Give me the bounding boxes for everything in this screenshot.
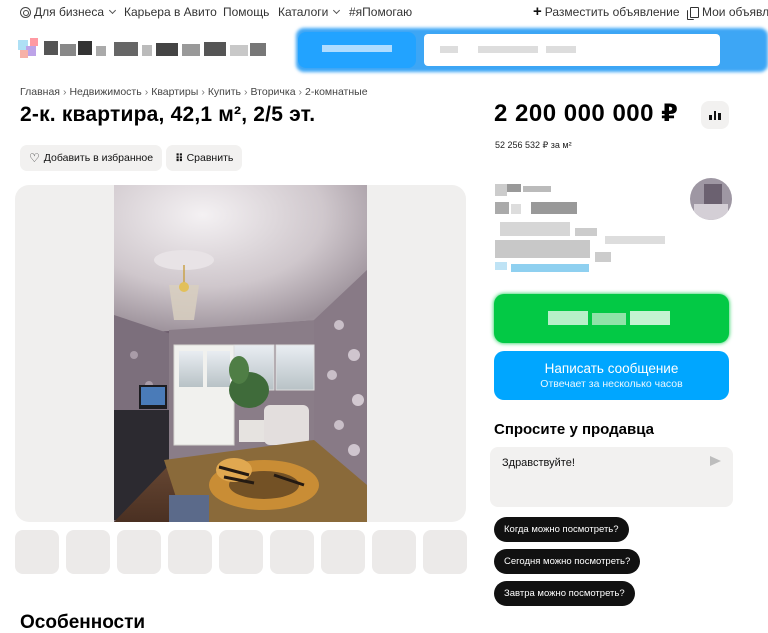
thumbnail[interactable] (168, 530, 212, 574)
chevron-down-icon (333, 6, 341, 15)
breadcrumb-item[interactable]: Недвижимость (69, 86, 141, 98)
breadcrumb-item[interactable]: Купить (208, 86, 241, 98)
thumbnail[interactable] (372, 530, 416, 574)
write-message-button[interactable]: Написать сообщение Отвечает за несколько… (494, 351, 729, 400)
breadcrumb-separator: › (144, 86, 149, 98)
bar-chart-icon (709, 111, 721, 120)
breadcrumb-item[interactable]: 2-комнатные (305, 86, 368, 98)
logo[interactable] (18, 38, 268, 64)
plus-icon: + (533, 3, 542, 20)
add-to-favorites-button[interactable]: ♡ Добавить в избранное (20, 145, 163, 171)
breadcrumb-item[interactable]: Квартиры (151, 86, 198, 98)
thumbnail[interactable] (321, 530, 365, 574)
breadcrumb-item[interactable]: Вторичка (251, 86, 296, 98)
compare-button[interactable]: ⠿ Сравнить (166, 145, 243, 171)
thumbnail-strip (15, 530, 467, 574)
breadcrumb-separator: › (62, 86, 67, 98)
post-ad-link[interactable]: + Разместить объявление (533, 3, 680, 20)
my-ads-link[interactable]: Мои объявле (687, 5, 768, 20)
ask-seller-heading: Спросите у продавца (494, 421, 654, 438)
listing-title: 2-к. квартира, 42,1 м², 2/5 эт. (20, 103, 316, 126)
compare-label: Сравнить (186, 152, 234, 164)
breadcrumb: Главная › Недвижимость › Квартиры › Купить › Вто… (20, 86, 368, 98)
business-link-label: Для бизнеса (34, 5, 105, 19)
top-nav: Для бизнеса Карьера в Авито Помощь Катал… (0, 0, 768, 24)
help-tag-link[interactable]: #яПомогаю (349, 5, 412, 19)
search-placeholder (440, 46, 458, 53)
thumbnail[interactable] (270, 530, 314, 574)
price-history-button[interactable] (701, 101, 729, 129)
photo-gallery[interactable] (15, 185, 466, 522)
chevron-down-icon (108, 6, 117, 15)
thumbnail[interactable] (15, 530, 59, 574)
show-phone-button-label (548, 309, 673, 327)
post-ad-label: Разместить объявление (544, 5, 680, 19)
my-ads-label: Мои объявле (702, 5, 768, 19)
seller-avatar[interactable] (690, 178, 732, 220)
breadcrumb-separator: › (244, 86, 248, 98)
category-button-label (322, 45, 392, 52)
thumbnail[interactable] (66, 530, 110, 574)
price: 2 200 000 000 ₽ (494, 100, 679, 127)
breadcrumb-item[interactable]: Главная (20, 86, 60, 98)
breadcrumb-separator: › (298, 86, 303, 98)
favorite-label: Добавить в избранное (43, 152, 154, 164)
document-icon (687, 6, 699, 20)
help-link[interactable]: Помощь (223, 5, 269, 19)
globe-icon (20, 6, 31, 18)
thumbnail[interactable] (117, 530, 161, 574)
search-placeholder (546, 46, 576, 53)
ask-seller-input-value: Здравствуйте! (502, 457, 575, 469)
compare-icon: ⠿ (175, 152, 184, 165)
apartment-photo (114, 185, 367, 522)
catalogs-dropdown[interactable]: Каталоги (278, 5, 341, 19)
response-time-label: Отвечает за несколько часов (540, 378, 683, 390)
price-per-square-meter: 52 256 532 ₽ за м² (495, 140, 572, 150)
catalogs-label: Каталоги (278, 5, 329, 19)
thumbnail[interactable] (423, 530, 467, 574)
business-link[interactable]: Для бизнеса (20, 5, 117, 19)
write-message-label: Написать сообщение (544, 361, 679, 376)
main-photo[interactable] (114, 185, 367, 522)
send-icon[interactable] (710, 456, 721, 466)
heart-icon: ♡ (29, 151, 40, 165)
thumbnail[interactable] (219, 530, 263, 574)
quick-question-chip[interactable]: Когда можно посмотреть? (494, 517, 629, 542)
career-link[interactable]: Карьера в Авито (124, 5, 217, 19)
features-heading: Особенности (20, 612, 146, 633)
ask-seller-input[interactable] (490, 447, 733, 507)
search-placeholder (478, 46, 538, 53)
breadcrumb-separator: › (201, 86, 205, 98)
quick-question-chip[interactable]: Завтра можно посмотреть? (494, 581, 635, 606)
quick-question-chip[interactable]: Сегодня можно посмотреть? (494, 549, 641, 574)
